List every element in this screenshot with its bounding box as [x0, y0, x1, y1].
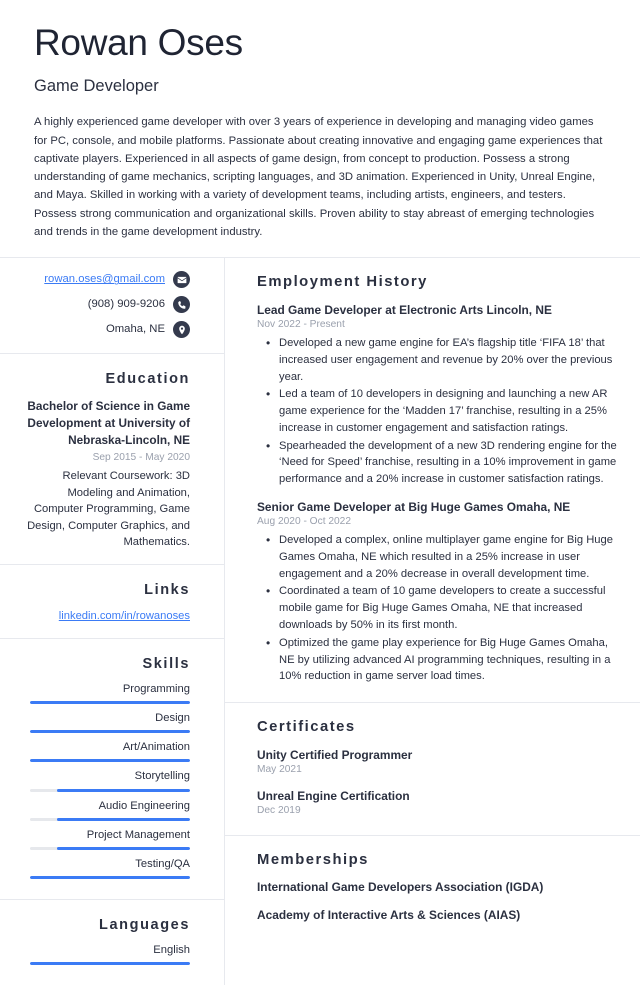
employment-bullet-list: Developed a complex, online multiplayer … [257, 531, 620, 685]
main-column: Employment History Lead Game Developer a… [225, 258, 640, 985]
languages-heading: Languages [99, 916, 190, 933]
employment-block: Employment History Lead Game Developer a… [225, 258, 640, 704]
candidate-job-title: Game Developer [34, 77, 159, 96]
certificate-date: Dec 2019 [257, 804, 301, 816]
skill-row: Testing/QA [18, 857, 190, 879]
certificate-entry: Unreal Engine Certification Dec 2019 [257, 788, 620, 819]
resume-page: Rowan Oses Game Developer A highly exper… [0, 0, 640, 985]
skill-level-fill [30, 962, 190, 966]
phone-icon [173, 296, 190, 314]
contact-row: Omaha, NE [18, 321, 190, 339]
sidebar-column: rowan.oses@gmail.com (908) 909-9206 Omaha,… [0, 258, 225, 985]
education-degree: Bachelor of Science in Game Development … [27, 398, 190, 447]
certificate-entry: Unity Certified Programmer May 2021 [257, 747, 620, 778]
skill-level-fill [30, 730, 190, 734]
employment-bullet: Led a team of 10 developers in designing… [266, 385, 620, 436]
skill-row: Project Management [18, 828, 190, 850]
contact-block: rowan.oses@gmail.com (908) 909-9206 Omaha,… [0, 258, 224, 355]
language-label: English [153, 944, 190, 957]
membership-entry: International Game Developers Associatio… [257, 880, 544, 895]
skill-row: Audio Engineering [18, 799, 190, 821]
contact-row[interactable]: rowan.oses@gmail.com [18, 271, 190, 289]
skill-label: Project Management [86, 828, 190, 841]
skill-level-bar [30, 875, 190, 879]
links-block: Links linkedin.com/in/rowanoses [0, 565, 224, 639]
links-heading: Links [144, 581, 190, 598]
skill-level-fill [57, 846, 190, 850]
skill-row: Programming [18, 682, 190, 705]
employment-dates: Nov 2022 - Present [257, 319, 345, 331]
profile-link[interactable]: linkedin.com/in/rowanoses [18, 608, 190, 625]
employment-title: Senior Game Developer at Big Huge Games … [257, 500, 571, 515]
resume-header: Rowan Oses Game Developer A highly exper… [0, 0, 640, 241]
candidate-name: Rowan Oses [34, 22, 243, 63]
education-heading: Education [105, 371, 190, 388]
resume-body-columns: rowan.oses@gmail.com (908) 909-9206 Omaha,… [0, 257, 640, 985]
certificate-date: May 2021 [257, 763, 302, 775]
employment-bullet: Coordinated a team of 10 game developers… [266, 582, 620, 633]
skill-level-bar [30, 701, 190, 705]
skill-level-fill [30, 759, 190, 763]
employment-bullet: Developed a new game engine for EA’s fla… [266, 334, 620, 385]
languages-block: Languages English [0, 900, 224, 985]
certificates-heading: Certificates [257, 719, 356, 736]
skill-level-bar [30, 730, 190, 734]
skill-row: Art/Animation [18, 740, 190, 763]
skill-level-fill [30, 875, 190, 879]
employment-dates: Aug 2020 - Oct 2022 [257, 516, 352, 528]
certificate-title: Unreal Engine Certification [257, 788, 410, 803]
employment-entry: Lead Game Developer at Electronic Arts L… [257, 302, 620, 488]
language-row: English [18, 943, 190, 966]
education-dates: Sep 2015 - May 2020 [92, 451, 190, 463]
professional-summary: A highly experienced game developer with… [34, 116, 603, 239]
employment-bullet-list: Developed a new game engine for EA’s fla… [257, 334, 620, 488]
skill-level-bar [30, 788, 190, 792]
skill-label: Programming [122, 683, 190, 696]
certificate-title: Unity Certified Programmer [257, 747, 413, 762]
contact-value: Omaha, NE [105, 323, 165, 336]
certificates-block: Certificates Unity Certified Programmer M… [225, 703, 640, 836]
skill-level-fill [57, 817, 190, 821]
employment-bullet: Developed a complex, online multiplayer … [266, 531, 620, 582]
employment-entry: Senior Game Developer at Big Huge Games … [257, 499, 620, 685]
envelope-icon [173, 271, 190, 289]
memberships-block: Memberships International Game Developer… [225, 836, 640, 940]
employment-bullet: Optimized the game play experience for B… [266, 634, 620, 685]
employment-heading: Employment History [257, 274, 428, 291]
skill-level-bar [30, 817, 190, 821]
membership-entry: Academy of Interactive Arts & Sciences (… [257, 908, 521, 923]
skill-label: Design [155, 712, 190, 725]
skill-level-fill [57, 788, 190, 792]
skill-level-bar [30, 962, 190, 966]
skill-level-bar [30, 846, 190, 850]
employment-title: Lead Game Developer at Electronic Arts L… [257, 303, 552, 318]
skills-heading: Skills [142, 655, 190, 672]
skills-block: Skills Programming Design Art/Animation Sto… [0, 639, 224, 900]
skill-label: Storytelling [134, 770, 190, 783]
memberships-heading: Memberships [257, 851, 369, 868]
location-pin-icon [173, 321, 190, 339]
contact-value[interactable]: rowan.oses@gmail.com [44, 272, 165, 287]
skill-level-bar [30, 759, 190, 763]
skill-label: Audio Engineering [98, 799, 190, 812]
education-description: Relevant Coursework: 3D Modeling and Ani… [27, 470, 190, 549]
skill-row: Design [18, 711, 190, 734]
education-block: Education Bachelor of Science in Game De… [0, 354, 224, 565]
skill-level-fill [30, 701, 190, 705]
contact-value: (908) 909-9206 [87, 298, 165, 311]
skill-label: Art/Animation [122, 741, 190, 754]
contact-row: (908) 909-9206 [18, 296, 190, 314]
skill-label: Testing/QA [135, 857, 190, 870]
employment-bullet: Spearheaded the development of a new 3D … [266, 437, 620, 488]
skill-row: Storytelling [18, 769, 190, 792]
